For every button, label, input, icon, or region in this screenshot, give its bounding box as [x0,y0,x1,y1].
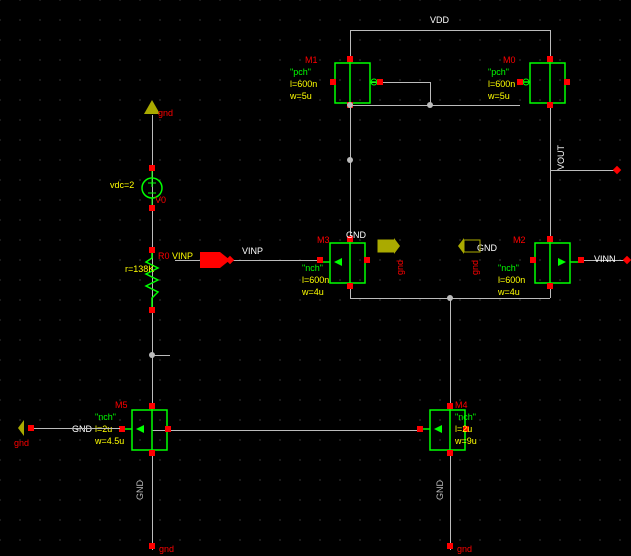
w-M1: w=5u [290,91,312,101]
w-M0: w=5u [488,91,510,101]
param-R0: r=138K [125,264,154,274]
ref-M1: M1 [305,55,318,65]
label-vout: VOUT [556,145,566,170]
label-gnd-m2b: gnd [470,260,480,275]
label-gnd-end2: gnd [457,544,472,554]
transistor-M1[interactable] [330,58,380,108]
pin [149,450,155,456]
label-vinp: VINP [242,246,263,256]
label-gnd-bot1: GND [135,480,145,500]
gnd-arrow [378,238,400,254]
wire [350,105,351,240]
l-M1: l=600n [290,79,317,89]
label-gnd-bot2: GND [435,480,445,500]
pin [547,56,553,62]
pin [547,236,553,242]
pin [547,283,553,289]
junction [447,295,453,301]
pin [119,426,125,432]
transistor-M2[interactable] [530,238,580,288]
label-gnd-m5b: gnd [14,438,29,448]
wire [152,430,420,431]
wire [30,428,120,429]
label-gnd-m3b: gnd [395,260,405,275]
l-M5: l=2u [95,424,112,434]
ref-M2: M2 [513,235,526,245]
w-M5: w=4.5u [95,436,124,446]
pin [447,450,453,456]
pin [149,205,155,211]
ref-R0: R0 [158,251,170,261]
model-M4: "nch" [455,412,476,422]
pin [447,403,453,409]
label-gnd-m5: GND [72,424,92,434]
model-M5: "nch" [95,412,116,422]
wire [550,108,551,240]
label-gnd-m3: GND [346,230,366,240]
junction [149,352,155,358]
pin [165,426,171,432]
transistor-M0[interactable] [520,58,570,108]
wire [175,260,320,261]
net-R0: VINP [172,251,193,261]
wire [550,170,615,171]
model-M3: "nch" [302,263,323,273]
l-M0: l=600n [488,79,515,89]
ref-M4: M4 [455,400,468,410]
model-M0: "pch" [488,67,509,77]
pin [149,543,155,549]
label-gnd-v0: gnd [158,108,173,118]
wire [350,30,550,31]
wire [450,455,451,550]
pin [417,426,423,432]
schematic-canvas[interactable]: M1 "pch" l=600n w=5u M0 "pch" l=600n w=5… [0,0,631,556]
pin [149,165,155,171]
wire [450,298,451,403]
pin [530,257,536,263]
label-gnd-end1: gnd [159,544,174,554]
ref-M3: M3 [317,235,330,245]
pin [149,307,155,313]
wire [152,355,153,405]
ref-M0: M0 [503,55,516,65]
param-V0: vdc=2 [110,180,134,190]
l-M4: l=2u [455,424,472,434]
pin [330,79,336,85]
junction [347,102,353,108]
model-M1: "pch" [290,67,311,77]
pin [149,403,155,409]
ref-M5: M5 [115,400,128,410]
pin [517,79,523,85]
pin [377,79,383,85]
w-M2: w=4u [498,287,520,297]
pin [578,257,584,263]
pin [364,257,370,263]
pin [347,283,353,289]
wire [550,288,551,298]
model-M2: "nch" [498,263,519,273]
label-vinn: VINN [594,254,616,264]
pin [347,56,353,62]
pin [28,425,34,431]
wire [152,455,153,550]
w-M3: w=4u [302,287,324,297]
label-vdd: VDD [430,15,449,25]
w-M4: w=9u [455,436,477,446]
junction [427,102,433,108]
l-M2: l=600n [498,275,525,285]
l-M3: l=600n [302,275,329,285]
wire [350,288,351,298]
ref-V0: V0 [155,195,166,205]
junction [347,157,353,163]
pin [447,543,453,549]
wire [152,115,153,355]
pin [564,79,570,85]
pin [547,102,553,108]
gnd-arrow [458,238,480,254]
pin [149,247,155,253]
